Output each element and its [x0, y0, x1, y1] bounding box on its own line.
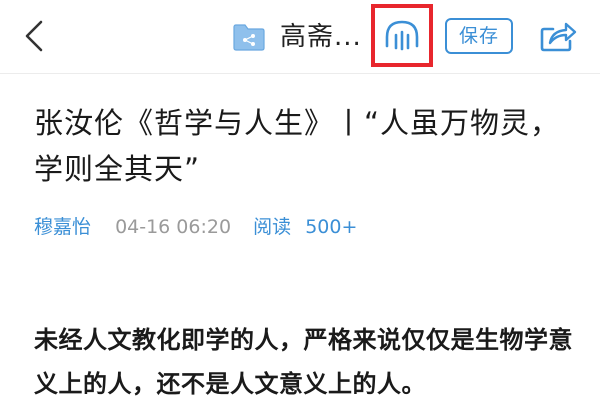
audio-listen-icon: [385, 20, 419, 50]
channel-title[interactable]: 高斋...: [280, 17, 362, 57]
shared-folder-icon: [233, 24, 265, 51]
article-meta: 穆嘉怡 04-16 06:20 阅读 500+: [34, 212, 357, 242]
top-nav-bar: 高斋... 保存: [0, 0, 600, 74]
article-body-paragraph: 未经人文教化即学的人，严格来说仅仅是生物学意义上的人，还不是人文意义上的人。: [34, 326, 573, 398]
read-count-label: 阅读: [253, 216, 292, 238]
save-button[interactable]: 保存: [445, 18, 513, 54]
article-page: 高斋... 保存 张汝伦《哲学与人生》丨“人虽万物灵，学则全其天” 穆嘉怡 04…: [0, 0, 600, 400]
article-title: 张汝伦《哲学与人生》丨“人虽万物灵，学则全其天”: [34, 106, 561, 186]
share-icon: [540, 22, 577, 52]
back-button[interactable]: [14, 14, 54, 58]
listen-button[interactable]: [371, 4, 433, 67]
share-button[interactable]: [534, 14, 582, 58]
read-count: 500+: [305, 216, 358, 238]
chevron-left-icon: [25, 20, 43, 52]
publish-time: 04-16 06:20: [115, 216, 232, 238]
author-link[interactable]: 穆嘉怡: [34, 216, 91, 238]
